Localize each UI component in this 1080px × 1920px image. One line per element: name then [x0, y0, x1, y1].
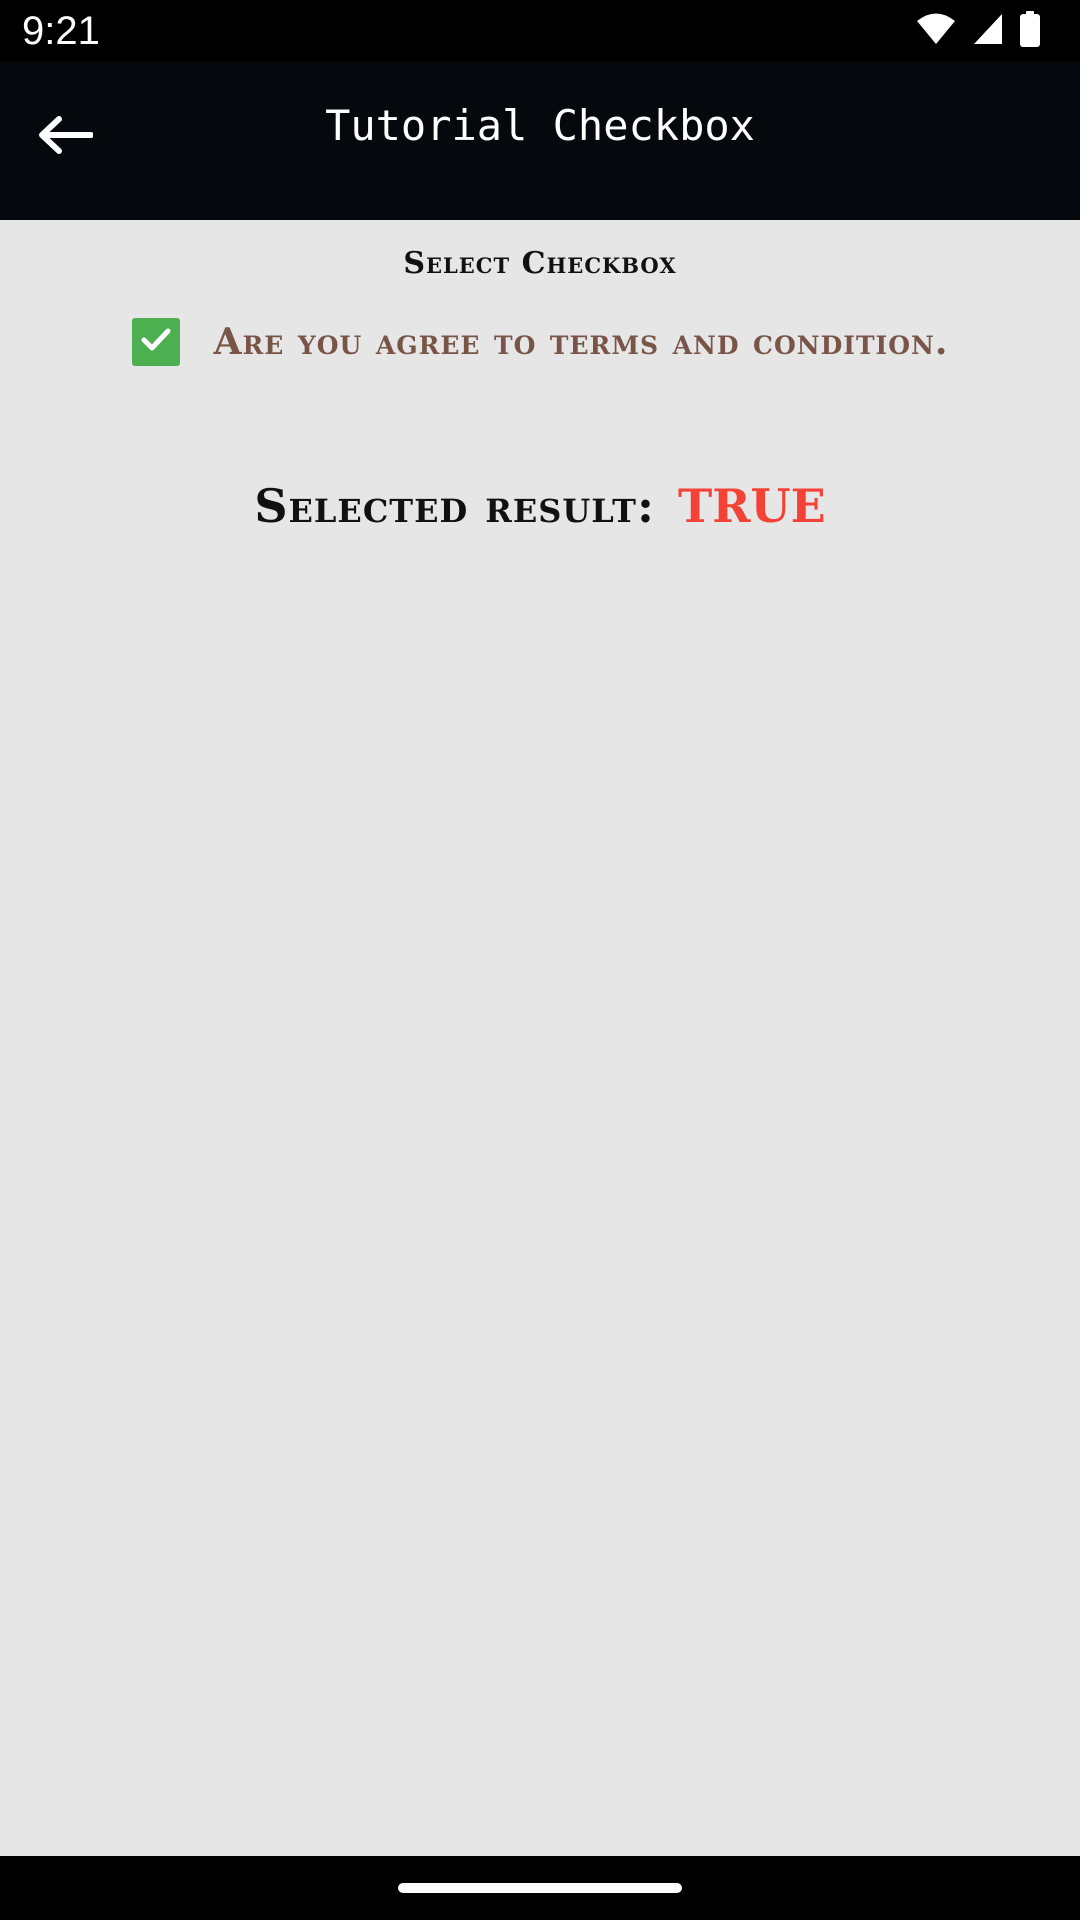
- status-time: 9:21: [22, 9, 100, 53]
- terms-checkbox-label[interactable]: Are you agree to terms and condition.: [214, 318, 949, 366]
- status-bar: 9:21: [0, 0, 1080, 62]
- battery-icon: [1020, 11, 1040, 51]
- screen: 9:21 Tutorial Checkbox Select Checkbox A…: [0, 0, 1080, 1920]
- terms-checkbox[interactable]: [131, 318, 180, 366]
- content-area: Select Checkbox Are you agree to terms a…: [0, 220, 1080, 1856]
- status-icons: [916, 11, 1040, 51]
- wifi-icon: [916, 12, 956, 50]
- section-heading: Select Checkbox: [403, 246, 677, 281]
- checkmark-icon: [137, 321, 175, 363]
- result-label: Selected result:: [254, 479, 655, 533]
- cell-signal-icon: [972, 12, 1004, 50]
- app-title: Tutorial Checkbox: [325, 101, 755, 150]
- result-value: TRUE: [678, 479, 826, 533]
- navigation-bar: [0, 1856, 1080, 1920]
- app-bar: Tutorial Checkbox: [0, 62, 1080, 220]
- terms-checkbox-row[interactable]: Are you agree to terms and condition.: [0, 312, 1080, 372]
- home-indicator[interactable]: [398, 1883, 682, 1893]
- result-row: Selected result: TRUE: [0, 476, 1080, 536]
